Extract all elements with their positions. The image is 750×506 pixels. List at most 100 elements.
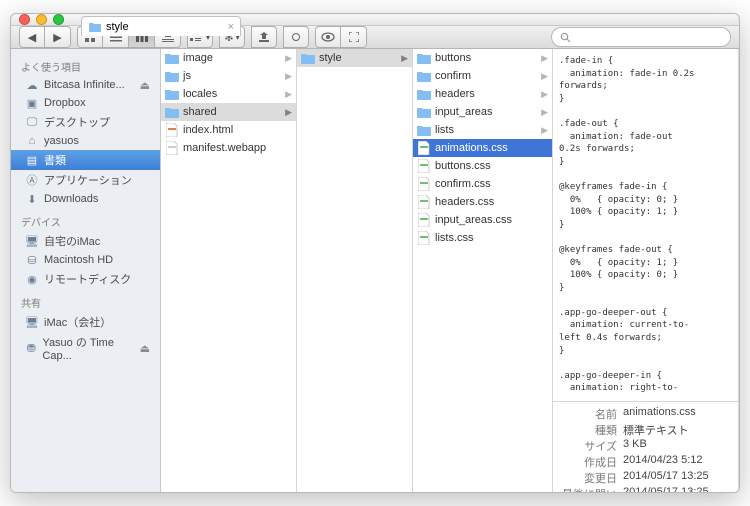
quicklook-button[interactable] — [315, 26, 341, 48]
file-row[interactable]: manifest.webapp — [161, 139, 296, 157]
preview-column: .fade-in { animation: fade-in 0.2s forwa… — [553, 49, 739, 493]
sidebar-item-label: 自宅のiMac — [44, 233, 100, 249]
file-icon — [417, 177, 431, 191]
column-2[interactable]: style▶ — [297, 49, 413, 493]
sidebar-item-label: Yasuo の Time Cap... — [42, 334, 134, 362]
folder-icon — [417, 51, 431, 65]
sidebar-item[interactable]: ⌂yasuos — [11, 132, 160, 150]
sidebar-item[interactable]: 🖵デスクトップ — [11, 112, 160, 132]
file-row[interactable]: confirm▶ — [413, 67, 552, 85]
file-row[interactable]: animations.css — [413, 139, 552, 157]
file-row[interactable]: input_areas.css — [413, 211, 552, 229]
file-name: buttons — [435, 52, 471, 64]
file-name: lists.css — [435, 232, 474, 244]
sidebar-item-label: yasuos — [44, 135, 79, 147]
file-row[interactable]: locales▶ — [161, 85, 296, 103]
fullscreen-button[interactable] — [341, 26, 367, 48]
file-name: input_areas — [435, 106, 493, 118]
file-row[interactable]: headers ▶ — [413, 85, 552, 103]
forward-button[interactable]: ▶ — [45, 26, 71, 48]
sidebar-group-header: 共有 — [11, 289, 160, 312]
folder-icon — [417, 69, 431, 83]
sidebar-item-label: リモートディスク — [44, 271, 131, 287]
file-row[interactable]: input_areas▶ — [413, 103, 552, 121]
chevron-right-icon: ▶ — [541, 125, 548, 136]
file-row[interactable]: shared▶ — [161, 103, 296, 121]
sidebar-item[interactable]: ⛃ Yasuo の Time Cap... ⏏ — [11, 332, 160, 364]
sidebar-item-label: iMac（会社） — [44, 314, 111, 330]
file-icon — [417, 195, 431, 209]
folder-icon — [417, 123, 431, 137]
file-row[interactable]: style▶ — [297, 49, 412, 67]
file-name: animations.css — [435, 142, 508, 154]
file-row[interactable]: image▶ — [161, 49, 296, 67]
sidebar-item[interactable]: ⛁Macintosh HD — [11, 251, 160, 269]
sidebar: よく使う項目 ☁ Bitcasa Infinite... ⏏ ▣ Dropbox 🖵デスクト… — [11, 49, 161, 493]
sidebar-item[interactable]: ☁ Bitcasa Infinite... ⏏ — [11, 76, 160, 94]
share-button[interactable] — [251, 26, 277, 48]
sidebar-item[interactable]: ▣ Dropbox — [11, 94, 160, 112]
sidebar-item[interactable]: Ⓐアプリケーション — [11, 170, 160, 190]
folder-icon — [165, 87, 179, 101]
chevron-right-icon: ▶ — [401, 53, 408, 64]
column-1[interactable]: image▶js▶locales▶shared▶index.htmlmanife… — [161, 49, 297, 493]
sidebar-item-label: Bitcasa Infinite... — [44, 79, 125, 91]
column-view: image▶js▶locales▶shared▶index.htmlmanife… — [161, 49, 739, 493]
search-field[interactable] — [551, 27, 731, 47]
file-icon — [165, 141, 179, 155]
sidebar-item-label: 書類 — [44, 152, 66, 168]
file-icon — [417, 231, 431, 245]
sidebar-group-header: デバイス — [11, 208, 160, 231]
minimize-button[interactable] — [36, 14, 47, 25]
file-row[interactable]: js▶ — [161, 67, 296, 85]
tab-close-icon[interactable]: × — [228, 21, 234, 33]
file-row[interactable]: headers.css — [413, 193, 552, 211]
chevron-right-icon: ▶ — [541, 89, 548, 100]
file-row[interactable]: confirm.css — [413, 175, 552, 193]
sidebar-item[interactable]: ⬇Downloads — [11, 190, 160, 208]
down-icon: ⬇ — [25, 192, 39, 206]
sidebar-item[interactable]: ◉ リモートディスク — [11, 269, 160, 289]
tags-button[interactable] — [283, 26, 309, 48]
eject-icon[interactable]: ⏏ — [140, 342, 150, 355]
sidebar-group-header: よく使う項目 — [11, 53, 160, 76]
file-name: headers.css — [435, 196, 494, 208]
file-name: shared — [183, 106, 217, 118]
imac-icon: 🖥 — [25, 234, 39, 248]
cloud-icon: ☁ — [25, 78, 39, 92]
sidebar-item-label: デスクトップ — [44, 114, 110, 130]
file-row[interactable]: lists.css — [413, 229, 552, 247]
file-row[interactable]: index.html — [161, 121, 296, 139]
file-name: headers — [435, 88, 475, 100]
eject-icon[interactable]: ⏏ — [140, 79, 150, 92]
sidebar-item[interactable]: ▤書類 — [11, 150, 160, 170]
box-icon: ▣ — [25, 96, 39, 110]
chevron-right-icon: ▶ — [285, 89, 292, 100]
file-row[interactable]: buttons▶ — [413, 49, 552, 67]
sidebar-item-label: Dropbox — [44, 97, 86, 109]
file-icon — [417, 213, 431, 227]
zoom-button[interactable] — [53, 14, 64, 25]
chevron-right-icon: ▶ — [541, 71, 548, 82]
file-name: index.html — [183, 124, 233, 136]
file-row[interactable]: lists▶ — [413, 121, 552, 139]
tc-icon: ⛃ — [25, 341, 37, 355]
file-row[interactable]: buttons.css — [413, 157, 552, 175]
body: よく使う項目 ☁ Bitcasa Infinite... ⏏ ▣ Dropbox 🖵デスクト… — [11, 49, 739, 493]
traffic-lights — [19, 14, 64, 25]
finder-window: style × ◀ ▶ ▾ ✻▾ よく使う項目☁Bitcasa Infinite… — [10, 13, 740, 493]
file-icon — [417, 141, 431, 155]
file-name: buttons.css — [435, 160, 491, 172]
sidebar-item[interactable]: 🖥 iMac（会社） — [11, 312, 160, 332]
sidebar-item[interactable]: 🖥 自宅のiMac — [11, 231, 160, 251]
disc-icon: ◉ — [25, 272, 39, 286]
tab[interactable]: style × — [81, 16, 241, 36]
column-3[interactable]: buttons▶confirm▶headers▶input_areas▶list… — [413, 49, 553, 493]
search-icon — [560, 32, 571, 43]
back-button[interactable]: ◀ — [19, 26, 45, 48]
close-button[interactable] — [19, 14, 30, 25]
folder-icon — [417, 87, 431, 101]
folder-icon — [417, 105, 431, 119]
nav-buttons: ◀ ▶ — [19, 26, 71, 48]
imac-icon: 🖥 — [25, 315, 39, 329]
